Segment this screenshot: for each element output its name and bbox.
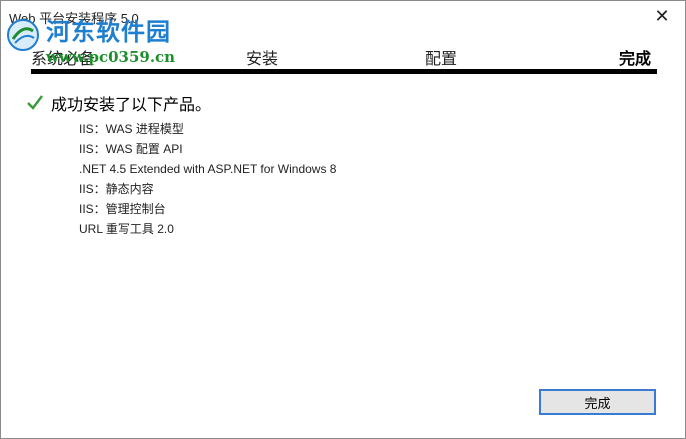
watermark: 河东软件园 www.pc0359.cn: [2, 10, 212, 72]
list-item: URL 重写工具 2.0: [79, 222, 174, 236]
list-item: IIS：WAS 进程模型: [79, 122, 184, 136]
step-configure: 配置: [425, 51, 458, 68]
result-text: 成功安装了以下产品。: [51, 97, 212, 114]
check-icon: [27, 95, 43, 110]
result-message: 成功安装了以下产品。: [25, 91, 211, 115]
list-item: IIS：管理控制台: [79, 202, 166, 216]
list-item: IIS：WAS 配置 API: [79, 142, 183, 156]
watermark-site-name: 河东软件园: [46, 17, 171, 46]
watermark-logo-icon: [7, 19, 39, 51]
list-item: .NET 4.5 Extended with ASP.NET for Windo…: [79, 162, 337, 176]
list-item: IIS：静态内容: [79, 182, 154, 196]
close-button[interactable]: ✕: [639, 1, 685, 31]
close-icon: ✕: [654, 5, 670, 26]
finish-button[interactable]: 完成: [539, 389, 656, 415]
installed-products-list: IIS：WAS 进程模型 IIS：WAS 配置 API .NET 4.5 Ext…: [79, 119, 336, 239]
watermark-url: www.pc0359.cn: [46, 48, 176, 66]
step-complete: 完成: [619, 51, 652, 68]
step-install: 安装: [246, 51, 279, 68]
